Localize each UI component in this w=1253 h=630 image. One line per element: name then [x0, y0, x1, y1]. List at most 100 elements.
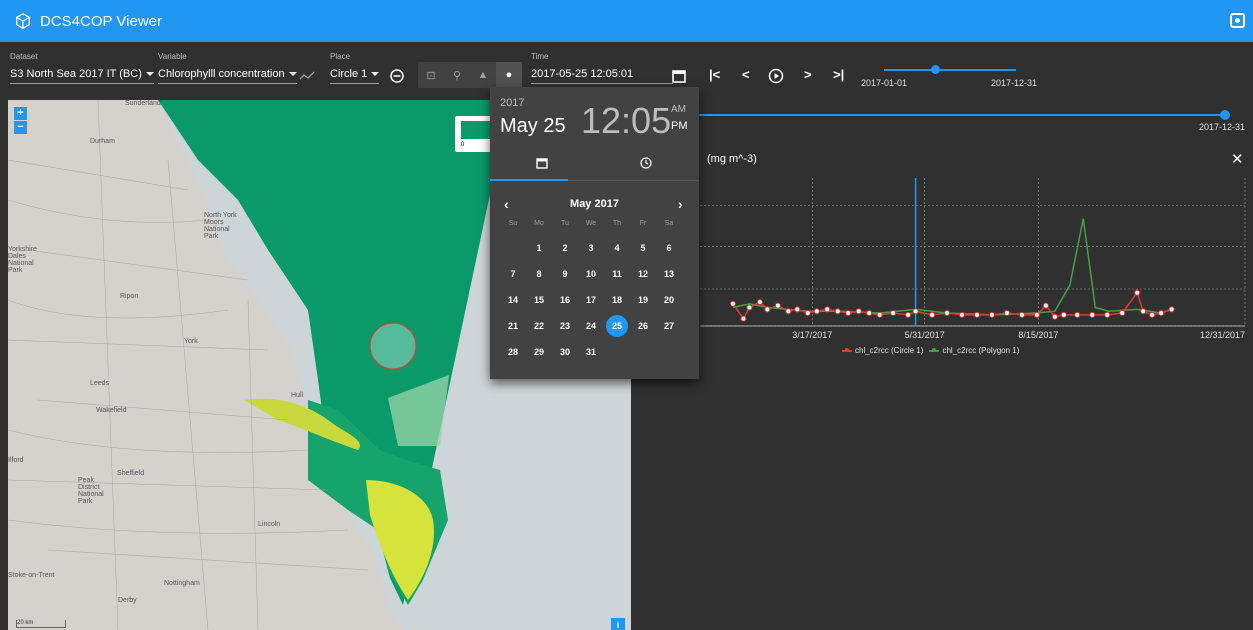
calendar-day[interactable]: 21	[502, 315, 524, 337]
variable-value: Chlorophylll concentration	[158, 68, 285, 80]
prev-step-icon[interactable]: <	[742, 67, 750, 82]
tab-date[interactable]	[490, 157, 594, 172]
calendar-day[interactable]: 2	[554, 237, 576, 259]
clock-icon	[640, 157, 652, 169]
legend-marker	[929, 347, 940, 352]
tab-indicator	[490, 179, 568, 181]
slider-start-label: 2017-01-01	[861, 78, 908, 88]
chevron-down-icon	[371, 72, 380, 77]
calendar-day[interactable]: 26	[632, 315, 654, 337]
calendar-day-selected[interactable]: 25	[606, 315, 628, 337]
calendar-day[interactable]: 30	[554, 341, 576, 363]
map-label: York	[184, 338, 198, 345]
calendar-day[interactable]: 11	[606, 263, 628, 285]
calendar-day[interactable]: 6	[658, 237, 680, 259]
month-label: May 2017	[570, 198, 619, 210]
time-slider-thumb[interactable]	[1220, 110, 1230, 120]
calendar-day[interactable]: 8	[528, 263, 550, 285]
calendar-icon[interactable]	[670, 67, 688, 85]
map-label: Leeds	[90, 380, 110, 387]
calendar-day[interactable]: 4	[606, 237, 628, 259]
picker-header: 2017 May 25 12:05 AM PM	[490, 87, 699, 151]
slider-end-label: 2017-12-31	[991, 78, 1038, 88]
time-input[interactable]: Time 2017-05-25 12:05:01	[531, 52, 673, 84]
zoom-controls: + −	[14, 107, 27, 135]
time-range-slider[interactable]	[884, 65, 1016, 74]
calendar-day[interactable]: 31	[580, 341, 602, 363]
calendar-day[interactable]: 15	[528, 289, 550, 311]
picker-pm[interactable]: PM	[671, 120, 688, 132]
calendar-day[interactable]: 5	[632, 237, 654, 259]
chart-title: (mg m^-3)	[707, 153, 757, 165]
weekday-label: We	[585, 220, 597, 227]
chart-legend: chl_c2rcc (Circle 1) chl_c2rcc (Polygon …	[842, 346, 1019, 355]
picker-time[interactable]: 12:05	[581, 100, 671, 142]
circle-tool-icon[interactable]: ●	[496, 62, 522, 88]
legend-item-polygon[interactable]: chl_c2rcc (Polygon 1)	[929, 346, 1019, 355]
slider-thumb[interactable]	[931, 65, 940, 74]
last-step-icon[interactable]: >|	[833, 67, 844, 82]
select-tool-icon[interactable]: ⊡	[418, 62, 444, 88]
calendar-day[interactable]: 19	[632, 289, 654, 311]
calendar-day[interactable]: 13	[658, 263, 680, 285]
calendar-day[interactable]: 3	[580, 237, 602, 259]
map-label: Ilford	[8, 457, 24, 464]
legend-item-circle[interactable]: chl_c2rcc (Circle 1)	[842, 346, 923, 355]
calendar-day[interactable]: 24	[580, 315, 602, 337]
point-tool-icon[interactable]: ⚲	[444, 62, 470, 88]
app-bar: DCS4COP Viewer	[0, 0, 1253, 42]
weekday-label: Sa	[664, 220, 674, 227]
chevron-down-icon	[145, 72, 154, 77]
remove-place-icon[interactable]	[388, 67, 406, 85]
calendar-day[interactable]: 18	[606, 289, 628, 311]
variable-label: Variable	[158, 52, 187, 61]
next-step-icon[interactable]: >	[804, 67, 812, 82]
calendar-day[interactable]: 23	[554, 315, 576, 337]
place-value: Circle 1	[330, 68, 368, 80]
tab-time[interactable]	[594, 157, 698, 172]
map-label: Wakefield	[96, 407, 127, 414]
weekday-label: Th	[612, 220, 622, 227]
zoom-out-button[interactable]: −	[14, 121, 27, 134]
weekday-label: Tu	[561, 220, 569, 227]
settings-icon[interactable]	[1230, 13, 1245, 28]
weekday-label: Fr	[639, 220, 647, 227]
calendar-day[interactable]: 12	[632, 263, 654, 285]
calendar-day[interactable]: 7	[502, 263, 524, 285]
calendar-day[interactable]: 22	[528, 315, 550, 337]
map-label: Lincoln	[258, 521, 281, 528]
chevron-right-icon[interactable]: ›	[678, 196, 683, 212]
dataset-select[interactable]: Dataset S3 North Sea 2017 IT (BC)	[10, 52, 154, 84]
app-title: DCS4COP Viewer	[40, 12, 162, 30]
calendar-icon	[536, 158, 548, 169]
calendar-day[interactable]: 10	[580, 263, 602, 285]
calendar-day[interactable]: 16	[554, 289, 576, 311]
picker-am[interactable]: AM	[671, 104, 686, 115]
calendar-day[interactable]: 29	[528, 341, 550, 363]
legend-label: chl_c2rcc (Polygon 1)	[942, 346, 1020, 355]
chevron-down-icon	[288, 72, 297, 77]
draw-tools: ⊡ ⚲ ▲ ●	[418, 62, 522, 88]
play-icon[interactable]	[767, 67, 785, 85]
calendar-day[interactable]: 17	[580, 289, 602, 311]
zoom-in-button[interactable]: +	[14, 107, 27, 120]
map-label: North York Moors National Park	[204, 212, 237, 240]
close-icon[interactable]: ✕	[1231, 150, 1244, 168]
polygon-tool-icon[interactable]: ▲	[470, 62, 496, 88]
picker-date[interactable]: May 25	[500, 115, 566, 138]
variable-select[interactable]: Variable Chlorophylll concentration	[158, 52, 297, 84]
calendar-day[interactable]: 20	[658, 289, 680, 311]
timeseries-icon[interactable]	[298, 67, 316, 85]
calendar-day[interactable]: 1	[528, 237, 550, 259]
info-icon[interactable]: i	[611, 618, 625, 630]
place-select[interactable]: Place Circle 1	[330, 52, 380, 84]
first-step-icon[interactable]: |<	[709, 67, 720, 82]
map-label: Nottingham	[164, 580, 200, 587]
calendar-day[interactable]: 28	[502, 341, 524, 363]
time-slider[interactable]	[699, 114, 1225, 116]
calendar-day[interactable]: 9	[554, 263, 576, 285]
legend-min: 0	[461, 142, 465, 148]
time-label: Time	[531, 52, 549, 61]
calendar-day[interactable]: 14	[502, 289, 524, 311]
calendar-day[interactable]: 27	[658, 315, 680, 337]
